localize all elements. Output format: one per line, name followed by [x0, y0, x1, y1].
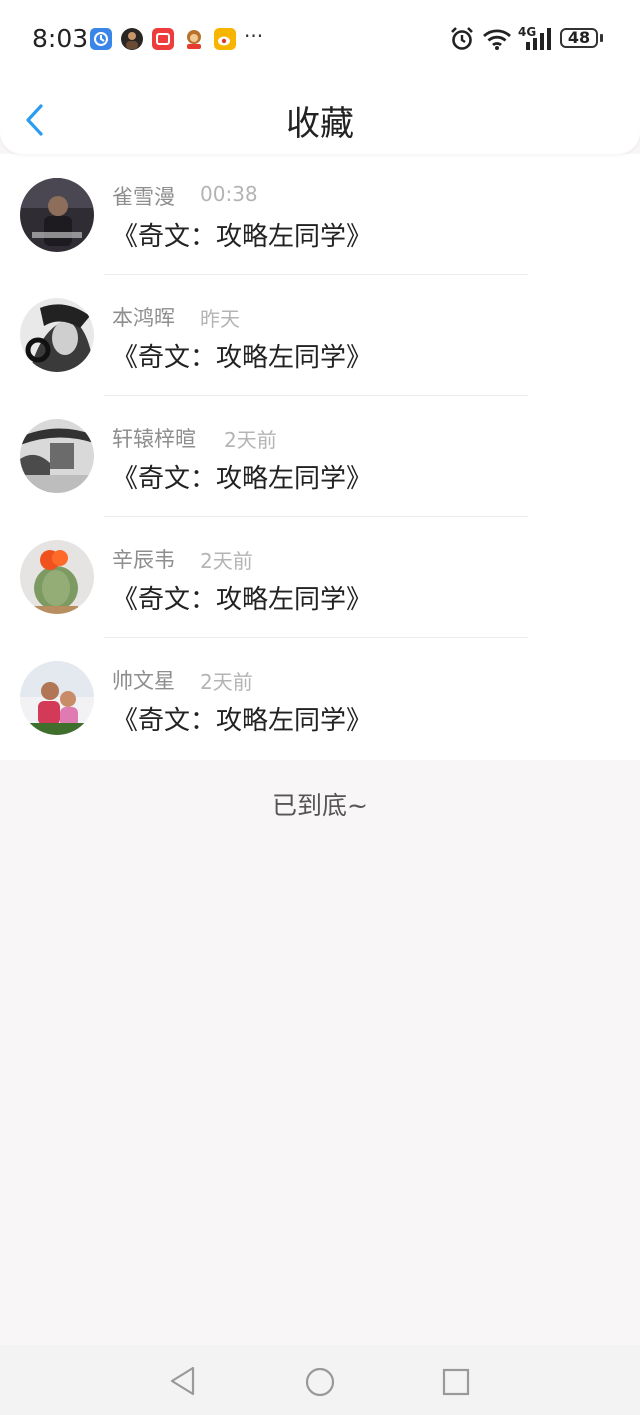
- avatar[interactable]: [20, 298, 94, 372]
- alarm-icon: [450, 26, 474, 56]
- user-name: 轩辕梓暄: [112, 427, 196, 451]
- list-item[interactable]: 轩辕梓暄 2天前 《奇文：攻略左同学》: [0, 396, 640, 517]
- recents-square-icon[interactable]: [441, 1367, 471, 1397]
- user-name: 本鸿晖: [112, 306, 175, 330]
- timestamp: 2天前: [200, 549, 253, 573]
- list-item[interactable]: 帅文星 2天前 《奇文：攻略左同学》: [0, 638, 640, 759]
- home-circle-icon[interactable]: [304, 1366, 336, 1398]
- user-name: 帅文星: [112, 669, 175, 693]
- list-item[interactable]: 雀雪漫 00:38 《奇文：攻略左同学》: [0, 154, 640, 275]
- book-title[interactable]: 《奇文：攻略左同学》: [112, 700, 372, 737]
- timestamp: 2天前: [224, 428, 277, 452]
- book-title[interactable]: 《奇文：攻略左同学》: [112, 458, 372, 495]
- list-item[interactable]: 辛辰韦 2天前 《奇文：攻略左同学》: [0, 517, 640, 638]
- weibo-icon: [214, 28, 236, 50]
- system-nav-bar: [0, 1345, 640, 1415]
- wifi-icon: [482, 28, 512, 54]
- top-bar: 8:03 ··· 4G 48 收藏: [0, 0, 640, 154]
- book-title[interactable]: 《奇文：攻略左同学》: [112, 579, 372, 616]
- end-of-list-text: 已到底~: [272, 791, 368, 820]
- more-notifications-icon: ···: [244, 24, 264, 48]
- monkey-app-icon: [183, 28, 205, 50]
- avatar-app-icon: [121, 28, 143, 50]
- user-name: 辛辰韦: [112, 548, 175, 572]
- red-app-icon: [152, 28, 174, 50]
- book-title[interactable]: 《奇文：攻略左同学》: [112, 337, 372, 374]
- avatar[interactable]: [20, 419, 94, 493]
- status-time: 8:03: [32, 24, 89, 53]
- avatar[interactable]: [20, 178, 94, 252]
- battery-tip: [600, 34, 603, 42]
- avatar[interactable]: [20, 661, 94, 735]
- clock-app-icon: [90, 28, 112, 50]
- timestamp: 00:38: [200, 182, 258, 206]
- book-title[interactable]: 《奇文：攻略左同学》: [112, 216, 372, 253]
- page-title: 收藏: [286, 104, 354, 144]
- favorites-list: 雀雪漫 00:38 《奇文：攻略左同学》 本鸿晖 昨天 《奇文：攻略左同学》 轩…: [0, 154, 640, 760]
- avatar[interactable]: [20, 540, 94, 614]
- user-name: 雀雪漫: [112, 185, 175, 209]
- back-triangle-icon[interactable]: [168, 1365, 198, 1397]
- list-item[interactable]: 本鸿晖 昨天 《奇文：攻略左同学》: [0, 275, 640, 396]
- status-bar: 8:03 ··· 4G 48: [0, 0, 640, 80]
- timestamp: 2天前: [200, 670, 253, 694]
- timestamp: 昨天: [200, 307, 240, 331]
- signal-icon: [522, 28, 552, 54]
- battery-icon: 48: [560, 28, 598, 48]
